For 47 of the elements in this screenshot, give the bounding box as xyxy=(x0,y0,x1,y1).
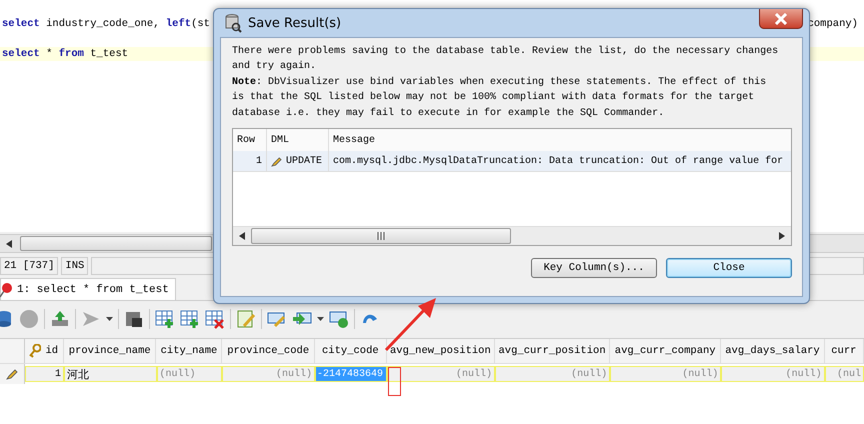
window-title: Save Result(s) xyxy=(248,16,342,30)
column-header[interactable]: Message xyxy=(329,129,791,152)
column-header[interactable]: province_code xyxy=(222,339,315,363)
column-header[interactable]: id xyxy=(24,339,64,363)
key-icon xyxy=(29,344,42,358)
table-cell: 1 xyxy=(233,151,267,172)
pencil-icon xyxy=(271,156,282,167)
status-field: 21 [737] xyxy=(0,257,58,275)
horizontal-scrollbar[interactable] xyxy=(233,226,791,246)
scroll-left-icon[interactable] xyxy=(6,240,12,248)
commit-icon[interactable] xyxy=(329,309,349,329)
add-row-icon[interactable] xyxy=(155,309,175,329)
column-header[interactable]: curr xyxy=(824,339,864,363)
database-icon xyxy=(224,13,242,33)
code-line: select industry_code_one, left(st xyxy=(2,17,210,31)
caret-icon[interactable] xyxy=(317,317,324,321)
caret-icon[interactable] xyxy=(106,317,113,321)
edit-form-icon[interactable] xyxy=(236,309,256,329)
highlight-rectangle xyxy=(388,367,401,396)
grip-icon xyxy=(377,232,385,240)
close-icon xyxy=(774,12,788,24)
table-cell[interactable]: 河北 xyxy=(64,366,157,382)
dialog-button[interactable]: Close xyxy=(666,258,792,278)
column-header[interactable]: province_name xyxy=(64,339,156,363)
code-line: select* from t_test xyxy=(2,47,128,61)
column-header[interactable]: city_name xyxy=(156,339,222,363)
export-icon[interactable] xyxy=(50,309,70,329)
duplicate-row-icon[interactable] xyxy=(180,309,200,329)
db-icon[interactable] xyxy=(0,309,14,329)
close-button[interactable] xyxy=(759,9,803,29)
pin-icon xyxy=(0,282,13,298)
dialog-button[interactable]: Key Column(s)... xyxy=(531,258,657,278)
status-field: INS xyxy=(61,257,88,275)
column-header[interactable]: avg_new_position xyxy=(386,339,495,363)
scroll-right-icon[interactable] xyxy=(779,232,785,240)
column-header[interactable]: avg_curr_position xyxy=(495,339,610,363)
scroll-left-icon[interactable] xyxy=(239,232,245,240)
result-tab[interactable]: 1: select * from t_test xyxy=(0,278,176,300)
table-cell: UPDATE xyxy=(267,151,329,172)
table-cell-text: com.mysql.jdbc.MysqlDataTruncation: Data truncation: Out of range value for xyxy=(332,154,784,169)
column-header[interactable]: city_code xyxy=(314,339,387,363)
column-header[interactable]: avg_curr_company xyxy=(610,339,722,363)
table-cell[interactable]: 1 xyxy=(24,366,64,382)
column-header[interactable]: avg_days_salary xyxy=(721,339,825,363)
delete-row-icon[interactable] xyxy=(205,309,225,329)
message-text: There were problems saving to the database table. Review the list, do the necessary changes and try again. xyxy=(232,44,780,74)
message-text: Note: DbVisualizer use bind variables when executing these statements. The effect of this is that the SQL listed below may not be 100% compliant with data formats for the target database i.e. they may fail to execute in for example the SQL Commander. xyxy=(232,76,768,121)
